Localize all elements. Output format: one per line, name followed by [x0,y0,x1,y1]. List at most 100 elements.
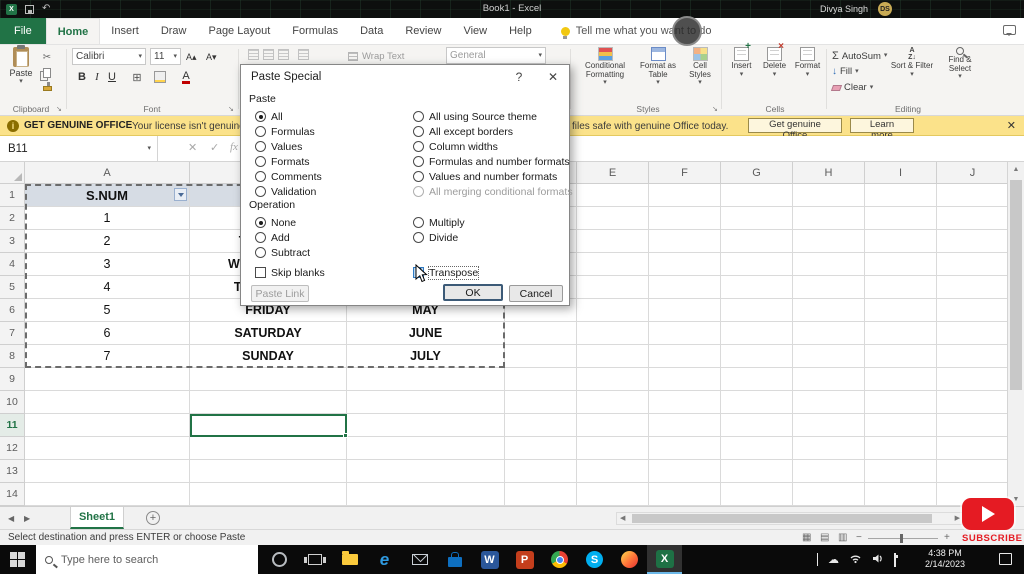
youtube-play-button[interactable] [962,498,1014,530]
tab-data[interactable]: Data [349,18,394,44]
cell-E14[interactable] [577,483,649,506]
cell-J7[interactable] [937,322,1007,345]
paste-button[interactable]: Paste ▾ [6,45,36,85]
tab-draw[interactable]: Draw [150,18,198,44]
scroll-right-icon[interactable]: ▶ [955,514,960,522]
dialog-close-button[interactable]: ✕ [545,70,561,84]
cell-C11[interactable] [347,414,505,437]
cell-G4[interactable] [721,253,793,276]
paste-option-formats[interactable]: Formats [255,154,322,169]
battery-icon[interactable] [894,552,896,567]
cell-F14[interactable] [649,483,721,506]
cell-A1[interactable]: S.NUM [25,184,190,207]
wrap-text-button[interactable]: Wrap Text [348,51,404,62]
row-header-2[interactable]: 2 [0,207,25,230]
cell-E1[interactable] [577,184,649,207]
cell-I6[interactable] [865,299,937,322]
borders-icon[interactable]: ⊞ [130,69,144,85]
format-painter-icon[interactable] [40,82,54,95]
account-name[interactable]: Divya Singh [820,4,868,14]
cell-D14[interactable] [505,483,577,506]
cell-H3[interactable] [793,230,865,253]
cell-E3[interactable] [577,230,649,253]
cell-I9[interactable] [865,368,937,391]
sort-filter-button[interactable]: A Z↓ Sort & Filter ▾ [890,47,934,78]
row-header-3[interactable]: 3 [0,230,25,253]
shrink-font-icon[interactable]: A▾ [206,49,217,65]
cell-A11[interactable] [25,414,190,437]
cell-G10[interactable] [721,391,793,414]
account-avatar[interactable]: DS [878,2,892,16]
cell-I10[interactable] [865,391,937,414]
cell-J6[interactable] [937,299,1007,322]
tab-page-layout[interactable]: Page Layout [197,18,281,44]
paste-option-column-widths[interactable]: Column widths [413,139,573,154]
cell-F12[interactable] [649,437,721,460]
cell-F1[interactable] [649,184,721,207]
scroll-up-icon[interactable]: ▲ [1008,162,1024,176]
cell-G11[interactable] [721,414,793,437]
action-center-icon[interactable] [999,553,1012,565]
cell-F3[interactable] [649,230,721,253]
cell-E2[interactable] [577,207,649,230]
cell-I8[interactable] [865,345,937,368]
fill-color-icon[interactable] [154,69,166,85]
cell-E11[interactable] [577,414,649,437]
cell-J12[interactable] [937,437,1007,460]
vertical-scroll-thumb[interactable] [1010,180,1022,390]
copy-icon[interactable] [40,66,54,79]
underline-button[interactable]: U [106,69,118,85]
bold-button[interactable]: B [76,69,88,85]
cell-C14[interactable] [347,483,505,506]
indent-icon[interactable] [298,49,309,60]
operation-option-none[interactable]: None [255,215,310,230]
taskbar-clock[interactable]: 4:38 PM 2/14/2023 [902,548,988,570]
cell-F6[interactable] [649,299,721,322]
cell-A10[interactable] [25,391,190,414]
cell-C8[interactable]: JULY [347,345,505,368]
column-header-i[interactable]: I [865,162,937,184]
tab-help[interactable]: Help [498,18,543,44]
vertical-scrollbar[interactable]: ▲ ▼ [1007,162,1024,506]
cell-F13[interactable] [649,460,721,483]
skip-blanks-checkbox[interactable]: Skip blanks [255,265,325,280]
number-format-combo[interactable]: General ▾ [446,47,546,64]
cell-D8[interactable] [505,345,577,368]
align-right-icon[interactable] [278,49,289,60]
cell-H6[interactable] [793,299,865,322]
cell-I12[interactable] [865,437,937,460]
cell-B14[interactable] [190,483,347,506]
cell-I1[interactable] [865,184,937,207]
paste-option-validation[interactable]: Validation [255,184,322,199]
tab-file[interactable]: File [0,18,46,44]
cell-F11[interactable] [649,414,721,437]
cell-A14[interactable] [25,483,190,506]
cell-G8[interactable] [721,345,793,368]
cell-B9[interactable] [190,368,347,391]
cell-J8[interactable] [937,345,1007,368]
cell-E6[interactable] [577,299,649,322]
cell-styles-button[interactable]: Cell Styles ▾ [682,47,718,86]
learn-more-button[interactable]: Learn more [850,118,914,141]
cell-J13[interactable] [937,460,1007,483]
enter-entry-icon[interactable]: ✓ [210,141,219,154]
select-all-corner[interactable] [0,162,25,184]
paste-option-values[interactable]: Values [255,139,322,154]
name-box[interactable]: B11 ▾ [0,136,158,161]
windows-start-icon[interactable] [10,552,25,567]
cell-A2[interactable]: 1 [25,207,190,230]
cell-I5[interactable] [865,276,937,299]
font-color-icon[interactable]: A [180,69,192,85]
cell-H8[interactable] [793,345,865,368]
cell-B8[interactable]: SUNDAY [190,345,347,368]
operation-option-subtract[interactable]: Subtract [255,245,310,260]
cell-H7[interactable] [793,322,865,345]
row-header-7[interactable]: 7 [0,322,25,345]
cell-G6[interactable] [721,299,793,322]
cell-D10[interactable] [505,391,577,414]
cell-A6[interactable]: 5 [25,299,190,322]
cloud-icon[interactable]: ☁ [828,553,839,566]
page-layout-view-icon[interactable]: ▤ [820,532,829,543]
font-name-combo[interactable]: Calibri ▾ [72,48,146,65]
cell-A3[interactable]: 2 [25,230,190,253]
